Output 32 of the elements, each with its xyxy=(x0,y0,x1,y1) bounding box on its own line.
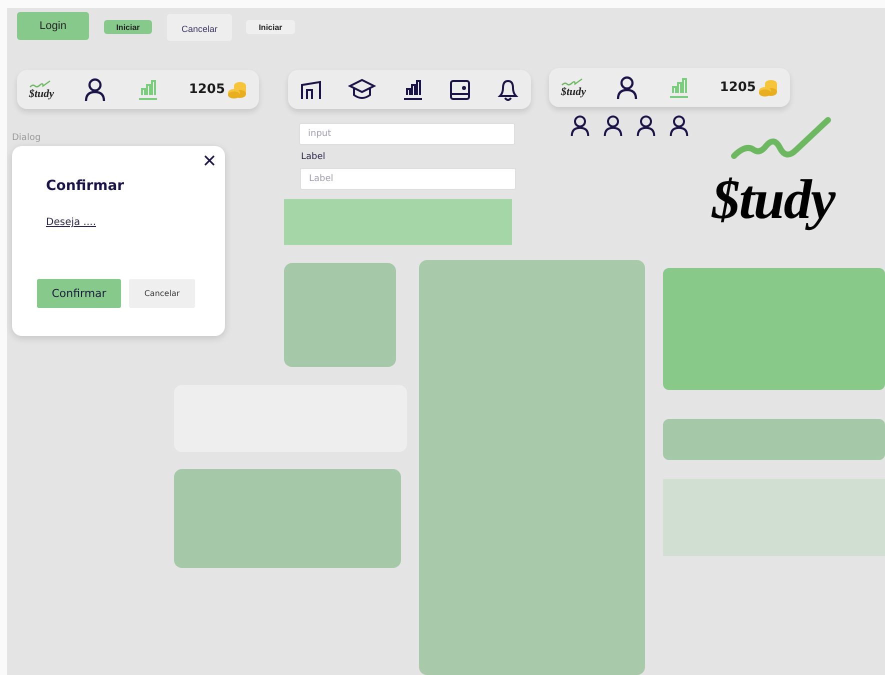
logo[interactable]: $tudy xyxy=(561,78,586,98)
dialog-message: Deseja .... xyxy=(46,217,96,228)
input-field[interactable]: Label xyxy=(300,168,516,190)
user-icon xyxy=(603,115,623,137)
wallet-icon[interactable] xyxy=(449,78,472,100)
dialog-title: Confirmar xyxy=(46,178,124,194)
button[interactable]: Login xyxy=(17,12,89,40)
user-icon xyxy=(636,115,656,137)
logo[interactable]: $tudy xyxy=(29,80,54,100)
user-icon xyxy=(669,115,689,137)
user-icon[interactable] xyxy=(84,78,106,102)
button[interactable]: Cancelar xyxy=(129,279,195,308)
user-icon[interactable] xyxy=(616,76,638,100)
notification-bell-icon[interactable] xyxy=(497,78,519,102)
logo: $tudy xyxy=(712,168,835,232)
button[interactable]: Iniciar xyxy=(246,20,295,34)
coins-icon xyxy=(227,80,247,98)
coin-count: 1205 xyxy=(188,82,225,97)
coin-count: 1205 xyxy=(720,80,756,95)
graduation-cap-icon[interactable] xyxy=(348,78,376,102)
button[interactable]: Confirmar xyxy=(37,279,121,308)
user-icon xyxy=(570,115,590,137)
frame-label: Dialog xyxy=(12,133,41,143)
building-icon[interactable] xyxy=(300,78,322,100)
button[interactable]: Cancelar xyxy=(167,14,232,41)
trend-line-icon xyxy=(730,116,832,162)
coins-icon xyxy=(758,78,778,96)
chart-icon[interactable] xyxy=(402,78,424,100)
close-icon[interactable] xyxy=(204,155,215,166)
field-label: Label xyxy=(301,152,326,162)
button[interactable]: Iniciar xyxy=(104,20,152,34)
input-field[interactable]: input xyxy=(299,123,515,145)
